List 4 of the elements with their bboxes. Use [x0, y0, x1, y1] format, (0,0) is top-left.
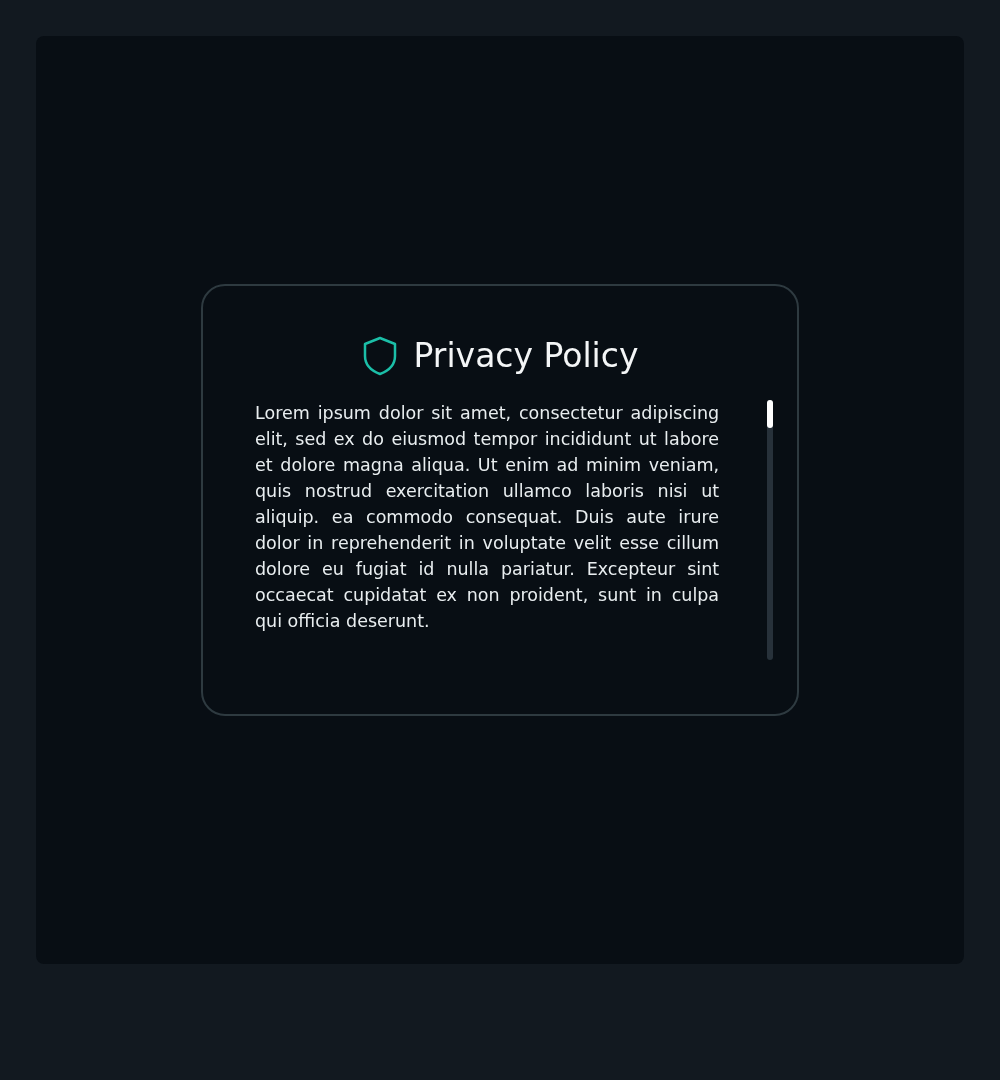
dialog-title: Privacy Policy [413, 336, 639, 376]
shield-icon [361, 336, 398, 376]
scrollbar-thumb[interactable] [767, 400, 774, 428]
policy-text: Lorem ipsum dolor sit amet, consectetur adipiscing elit, sed ex do eiusmod tempor incididunt ut labore et dolore magna aliqua. Ut enim ad minim veniam, quis nostrud exercitation ullamco laboris nisi ut aliquip. ea commodo consequat. Duis aute irure dolor in reprehenderit in voluptate velit esse cillum dolore eu fugiat id nulla pariatur. Excepteur sint occaecat cupidatat ex non proident, sunt in culpa qui officia deserunt. [255, 402, 720, 633]
